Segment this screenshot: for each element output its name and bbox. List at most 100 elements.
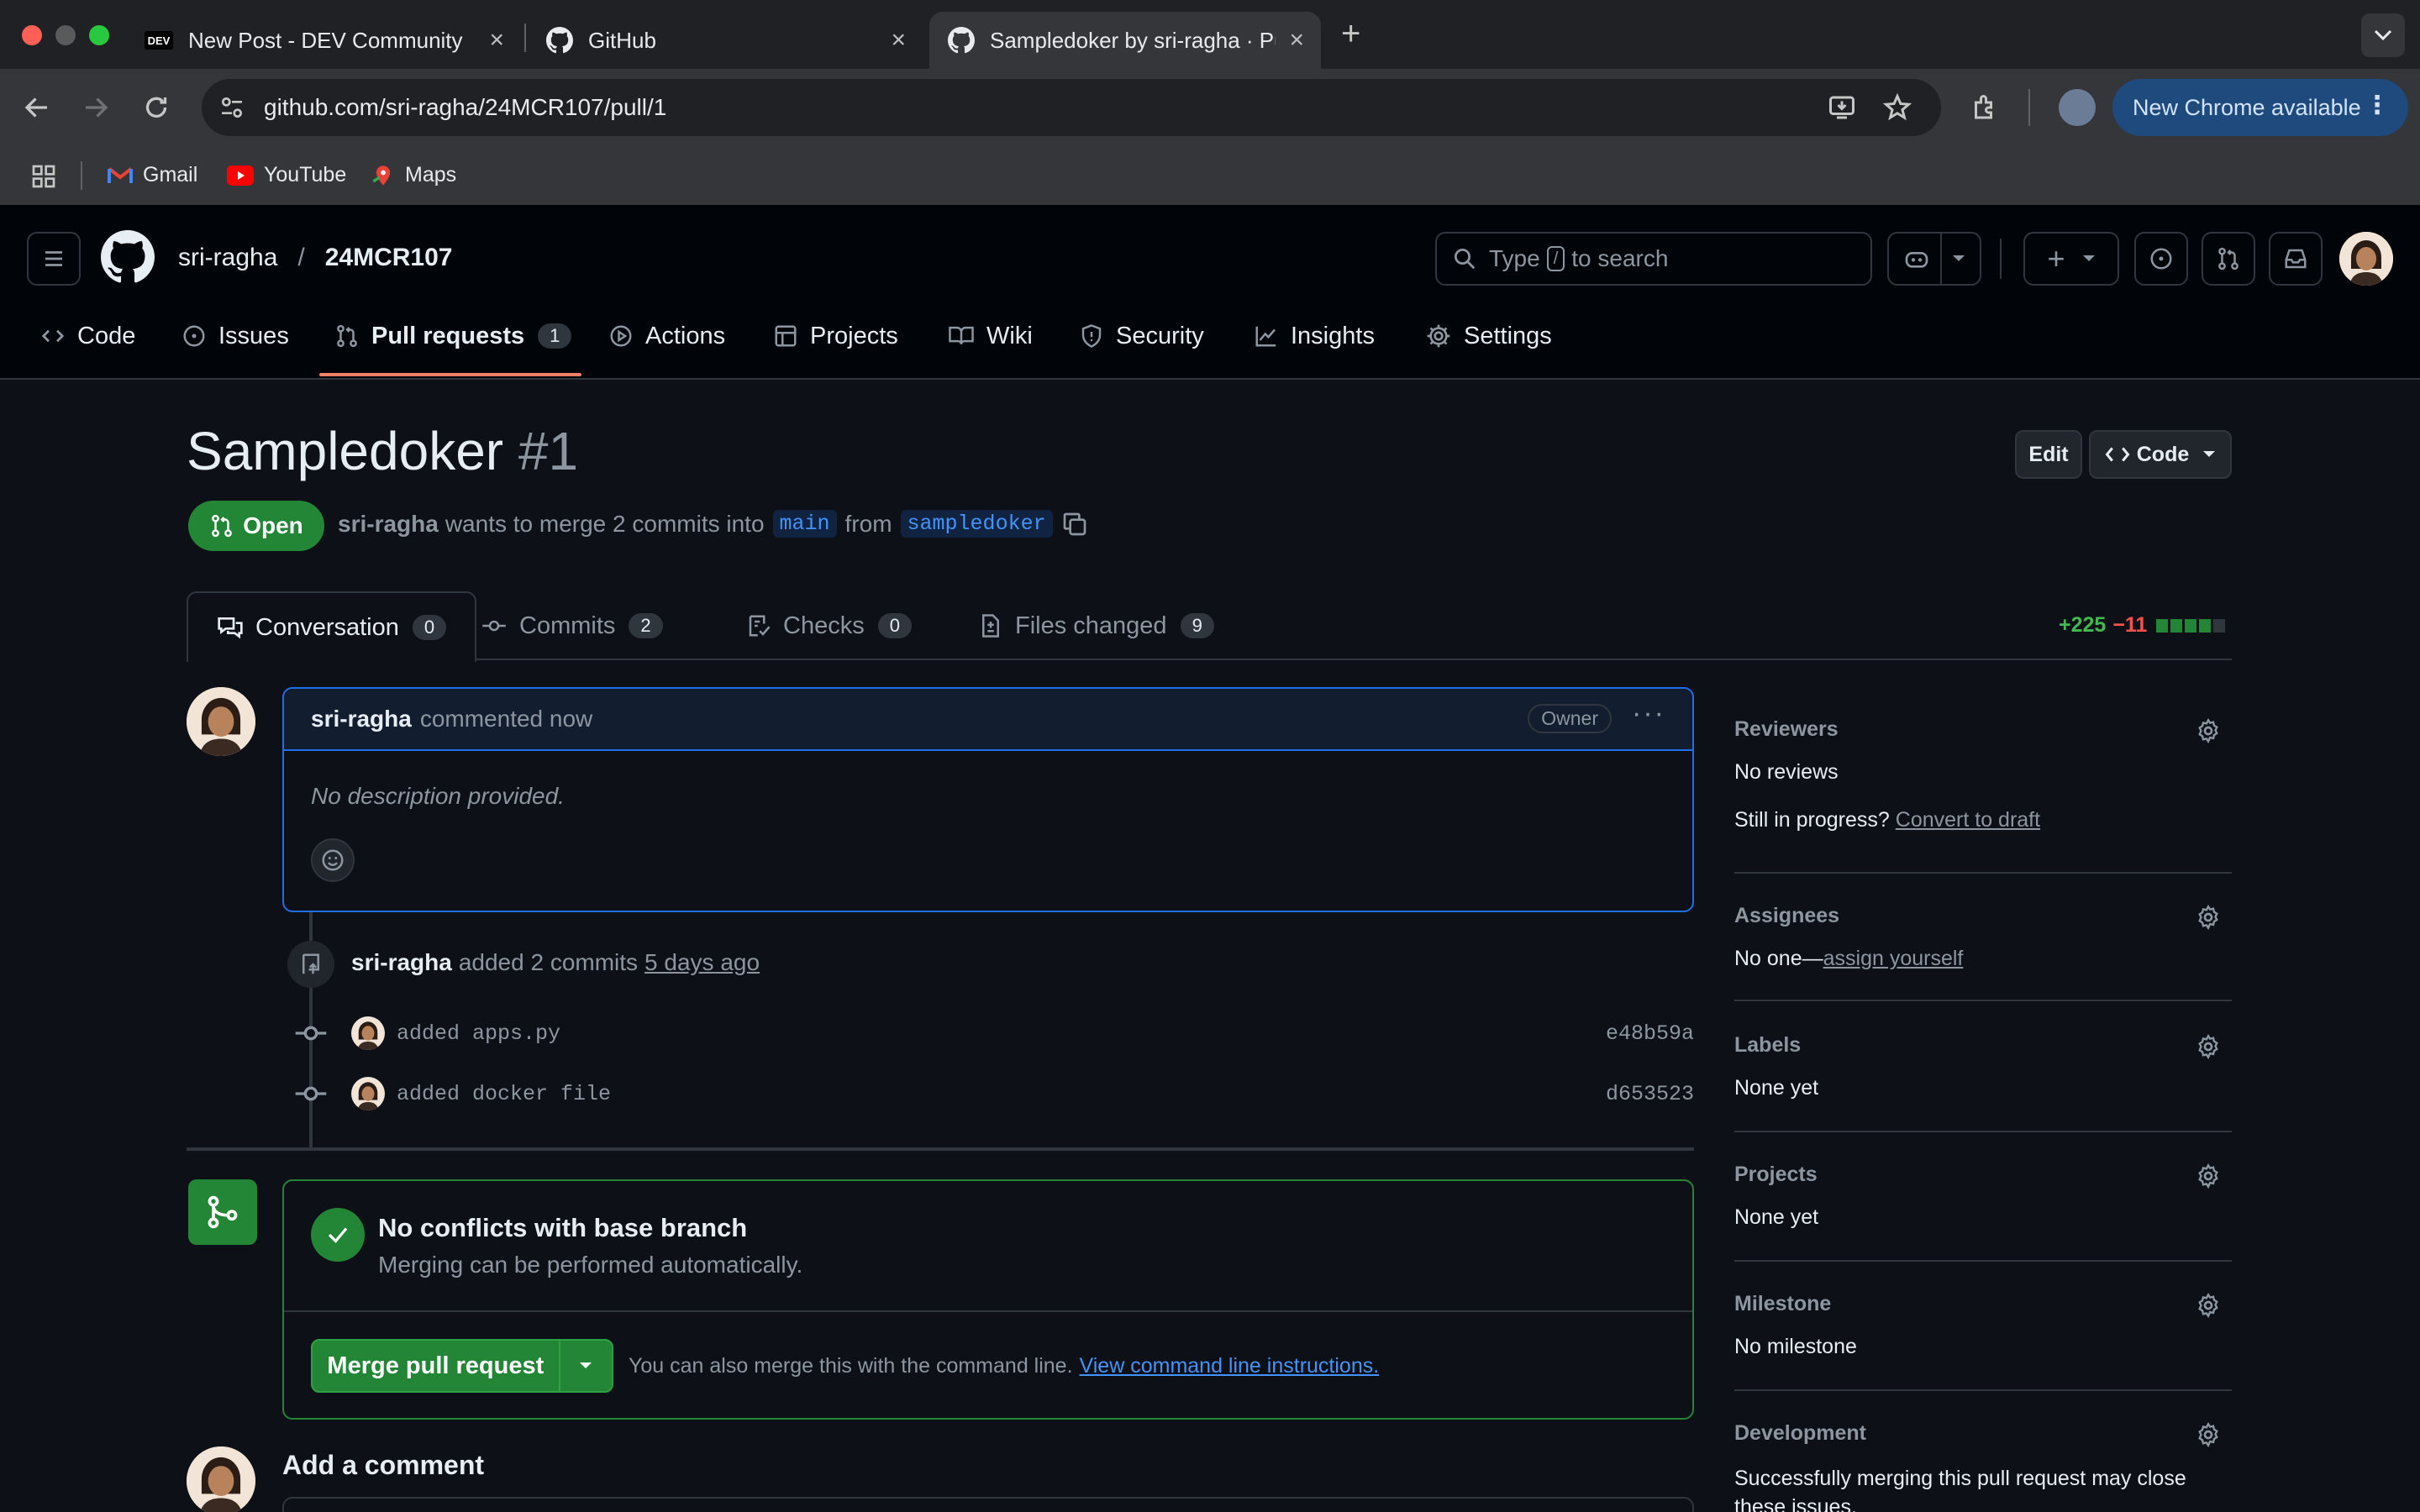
edit-button[interactable]: Edit [2015, 430, 2082, 479]
comment-timestamp[interactable]: commented now [420, 706, 592, 732]
bookmark-gmail[interactable]: Gmail [108, 163, 197, 187]
close-tab-icon[interactable]: × [1289, 28, 1304, 53]
tab-security[interactable]: Security [1079, 316, 1204, 356]
tab-insights[interactable]: Insights [1254, 316, 1375, 356]
owner-link[interactable]: sri-ragha [178, 244, 277, 272]
install-app-icon[interactable] [1827, 92, 1857, 123]
copilot-button[interactable] [1887, 232, 1981, 286]
new-tab-icon[interactable]: + [1341, 15, 1360, 53]
commit-row[interactable]: added docker file d653523 [294, 1075, 1694, 1112]
repo-link[interactable]: 24MCR107 [325, 244, 453, 272]
user-avatar[interactable] [2339, 232, 2393, 286]
assign-yourself-link[interactable]: assign yourself [1823, 947, 1964, 970]
sidebar-heading[interactable]: Labels [1734, 1033, 2232, 1058]
breadcrumb-separator: / [297, 244, 305, 271]
sidebar-heading[interactable]: Projects [1734, 1163, 2232, 1187]
site-info-icon[interactable] [218, 94, 245, 121]
command-line-instructions-link[interactable]: View command line instructions. [1080, 1354, 1380, 1378]
new-chrome-available-button[interactable]: New Chrome available ⋮ [2112, 79, 2408, 136]
menu-button[interactable] [27, 232, 81, 286]
github-header: sri-ragha / 24MCR107 Type / to search + … [0, 205, 2420, 380]
close-tab-icon[interactable]: × [891, 28, 906, 53]
comment-editor[interactable] [282, 1497, 1694, 1512]
pr-tabs: Conversation 0 Commits 2 Checks 0 Files … [187, 591, 2232, 662]
browser-tab-dev[interactable]: DEV New Post - DEV Community × [126, 12, 521, 69]
create-new-button[interactable]: + [2023, 232, 2119, 286]
commit-sha[interactable]: d653523 [1606, 1082, 1694, 1106]
github-logo-icon[interactable] [101, 230, 155, 284]
apps-grid-icon[interactable] [30, 163, 57, 190]
extensions-icon[interactable] [1970, 92, 2000, 123]
gear-icon[interactable] [2195, 904, 2222, 931]
minimize-window-button[interactable] [55, 25, 76, 45]
tab-settings[interactable]: Settings [1425, 316, 1552, 356]
tab-actions[interactable]: Actions [608, 316, 725, 356]
search-input[interactable]: Type / to search [1435, 232, 1872, 286]
commit-message[interactable]: added docker file [397, 1082, 611, 1106]
tab-commits[interactable]: Commits 2 [481, 591, 663, 660]
tab-issues[interactable]: Issues [182, 316, 289, 356]
merge-pull-request-button[interactable]: Merge pull request [311, 1339, 613, 1393]
add-reaction-button[interactable] [311, 838, 355, 882]
merge-box: No conflicts with base branch Merging ca… [282, 1179, 1694, 1420]
bookmark-label: Maps [405, 163, 457, 186]
bookmark-maps[interactable]: Maps [371, 163, 456, 187]
tab-conversation[interactable]: Conversation 0 [187, 591, 477, 662]
bookmark-youtube[interactable]: YouTube [227, 163, 346, 187]
avatar[interactable] [187, 687, 255, 756]
kebab-menu-icon[interactable]: ⋮ [2365, 91, 2390, 120]
gear-icon[interactable] [2195, 717, 2222, 744]
pull-requests-button[interactable] [2202, 232, 2255, 286]
tab-code[interactable]: Code [40, 316, 135, 356]
more-options-icon[interactable]: ··· [1632, 697, 1665, 730]
code-dropdown-button[interactable]: Code [2089, 430, 2232, 479]
pr-meta: sri-ragha wants to merge 2 commits into … [338, 510, 1088, 538]
tab-files-changed[interactable]: Files changed 9 [978, 591, 1214, 660]
issues-button[interactable] [2134, 232, 2188, 286]
inbox-button[interactable] [2269, 232, 2323, 286]
browser-tab-active[interactable]: Sampledoker by sri-ragha · Pu × [929, 12, 1321, 69]
author-link[interactable]: sri-ragha [338, 511, 439, 538]
merge-options-dropdown[interactable] [558, 1341, 612, 1391]
sidebar-heading[interactable]: Development [1734, 1421, 2232, 1446]
commit-sha[interactable]: e48b59a [1606, 1021, 1694, 1046]
forward-icon[interactable] [81, 92, 111, 123]
pr-number: #1 [518, 421, 579, 481]
tab-pull-requests[interactable]: Pull requests 1 [334, 316, 572, 356]
bookmark-star-icon[interactable] [1882, 92, 1912, 123]
close-tab-icon[interactable]: × [489, 28, 504, 53]
head-branch[interactable]: sampledoker [900, 510, 1053, 538]
copy-icon[interactable] [1061, 511, 1088, 538]
comment-author[interactable]: sri-ragha [311, 706, 412, 732]
back-icon[interactable] [22, 92, 52, 123]
tab-checks[interactable]: Checks 0 [746, 591, 912, 660]
maps-icon [372, 165, 391, 186]
commit-row[interactable]: added apps.py e48b59a [294, 1015, 1694, 1052]
sidebar-heading[interactable]: Milestone [1734, 1292, 2232, 1316]
avatar[interactable] [187, 1446, 255, 1512]
github-logo-icon [948, 27, 975, 54]
event-author[interactable]: sri-ragha [351, 949, 452, 976]
commit-icon [295, 1026, 327, 1041]
gear-icon[interactable] [2195, 1033, 2222, 1060]
tab-search-button[interactable] [2361, 13, 2405, 57]
tab-projects[interactable]: Projects [773, 316, 898, 356]
base-branch[interactable]: main [772, 510, 837, 538]
sidebar-heading[interactable]: Assignees [1734, 904, 2232, 928]
close-window-button[interactable] [22, 25, 42, 45]
convert-to-draft-link[interactable]: Convert to draft [1896, 808, 2040, 832]
gear-icon[interactable] [2195, 1421, 2222, 1448]
sidebar-heading[interactable]: Reviewers [1734, 717, 2232, 742]
browser-tab-github[interactable]: GitHub × [528, 12, 923, 69]
maximize-window-button[interactable] [89, 25, 109, 45]
gear-icon[interactable] [2195, 1163, 2222, 1189]
tab-wiki[interactable]: Wiki [948, 316, 1033, 356]
gear-icon[interactable] [2195, 1292, 2222, 1319]
event-time[interactable]: 5 days ago [644, 949, 760, 976]
commit-message[interactable]: added apps.py [397, 1021, 560, 1046]
address-bar[interactable]: github.com/sri-ragha/24MCR107/pull/1 [202, 79, 1941, 136]
count-badge: 9 [1180, 613, 1214, 638]
sidebar-milestone: Milestone No milestone [1734, 1292, 2232, 1359]
reload-icon[interactable] [141, 92, 171, 123]
profile-avatar[interactable] [2059, 89, 2096, 126]
